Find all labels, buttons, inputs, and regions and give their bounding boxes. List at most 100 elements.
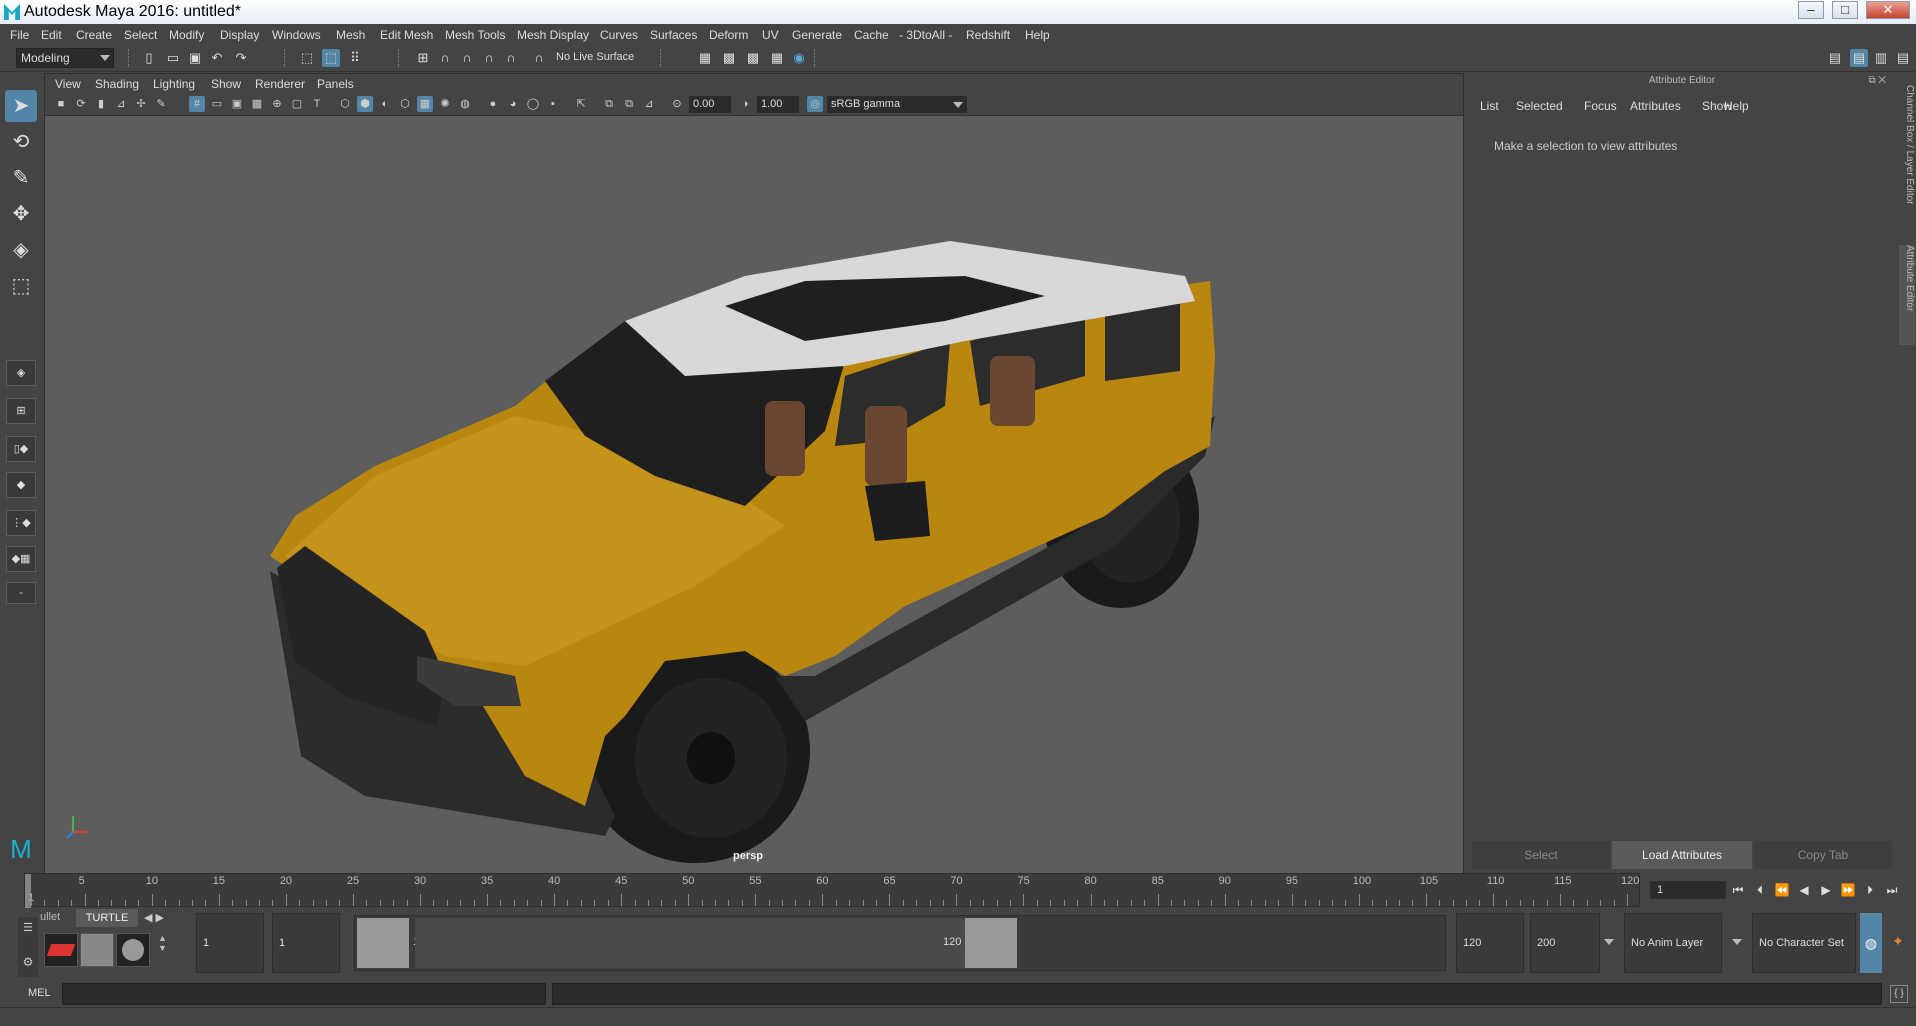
gate-mask-icon[interactable]: ▩	[249, 96, 265, 112]
gamma-field[interactable]: 1.00	[757, 96, 799, 113]
ae-menu-list[interactable]: List	[1480, 99, 1499, 113]
play-backwards-icon[interactable]: ◀	[1796, 883, 1812, 897]
bookmarks-icon[interactable]: ▮	[93, 96, 109, 112]
image-plane-icon[interactable]: ⊿	[113, 96, 129, 112]
select-button[interactable]: Select	[1472, 841, 1610, 869]
more-layouts-icon[interactable]: -	[6, 582, 36, 604]
ae-menu-help[interactable]: Help	[1724, 99, 1749, 113]
script-editor-icon[interactable]: { }	[1890, 985, 1908, 1003]
snap-curve-icon[interactable]: ∩	[436, 49, 454, 67]
use-all-lights-icon[interactable]: ✺	[437, 96, 453, 112]
open-scene-icon[interactable]: ▭	[164, 49, 182, 67]
render-current-frame-icon[interactable]: ▩	[720, 49, 738, 67]
copy-tab-button[interactable]: Copy Tab	[1754, 841, 1892, 869]
rotate-tool-icon[interactable]: ◈	[5, 234, 37, 266]
current-frame-field[interactable]: 1	[1650, 881, 1726, 899]
animation-preferences-icon[interactable]: ✦	[1888, 933, 1908, 953]
channel-box-toggle-icon[interactable]: ▤	[1894, 49, 1912, 67]
select-component-icon[interactable]: ⠿	[346, 49, 364, 67]
shelf-settings-icon[interactable]: ⚙	[18, 951, 38, 973]
tool-settings-toggle-icon[interactable]: ▥	[1872, 49, 1890, 67]
hypershade-icon[interactable]: ◉	[790, 49, 808, 67]
menu-file[interactable]: File	[10, 28, 29, 42]
field-chart-icon[interactable]: ⊕	[269, 96, 285, 112]
safe-title-icon[interactable]: T	[309, 96, 325, 112]
wireframe-icon[interactable]: ⬡	[337, 96, 353, 112]
depth-of-field-icon[interactable]: ▪	[545, 96, 561, 112]
chevron-down-icon[interactable]	[1732, 939, 1742, 945]
redo-icon[interactable]: ↷	[232, 49, 250, 67]
shelf-scroll-icons[interactable]: ◀ ▶	[144, 911, 164, 924]
resolution-gate-icon[interactable]: ▣	[229, 96, 245, 112]
command-language-label[interactable]: MEL	[28, 987, 51, 999]
multisample-aa-icon[interactable]: ◯	[525, 96, 541, 112]
menu-mesh-display[interactable]: Mesh Display	[517, 28, 589, 42]
scale-tool-icon[interactable]: ⬚	[5, 270, 37, 302]
xray-icon[interactable]: ⧉	[601, 96, 617, 112]
menu-select[interactable]: Select	[124, 28, 157, 42]
paint-select-tool-icon[interactable]: ✎	[5, 162, 37, 194]
four-view-layout-icon[interactable]: ⊞	[6, 398, 36, 424]
menu-uv[interactable]: UV	[762, 28, 779, 42]
modeling-toolkit-icon[interactable]: ▤	[1826, 49, 1844, 67]
menu-cache[interactable]: Cache	[854, 28, 889, 42]
playback-start-field[interactable]: 1	[272, 913, 340, 973]
maximize-button[interactable]: □	[1832, 1, 1858, 19]
go-to-end-icon[interactable]: ⏭	[1884, 883, 1900, 897]
use-default-material-icon[interactable]: ◐	[377, 96, 393, 112]
minimize-button[interactable]: –	[1798, 1, 1824, 19]
ipr-render-icon[interactable]: ▩	[744, 49, 762, 67]
panel-menu-view[interactable]: View	[55, 77, 81, 91]
attribute-editor-tab[interactable]: Attribute Editor	[1899, 245, 1915, 345]
step-forward-frame-icon[interactable]: ⏵	[1862, 883, 1878, 897]
range-slider-start-handle[interactable]	[357, 918, 409, 968]
menu-edit[interactable]: Edit	[41, 28, 62, 42]
grease-pencil-icon[interactable]: ✎	[153, 96, 169, 112]
menu-edit-mesh[interactable]: Edit Mesh	[380, 28, 433, 42]
exposure-icon[interactable]: ⊙	[669, 96, 685, 112]
select-hierarchy-icon[interactable]: ⬚	[298, 49, 316, 67]
ae-menu-selected[interactable]: Selected	[1516, 99, 1563, 113]
perspective-viewport[interactable]: persp	[45, 116, 1463, 874]
float-close-icons[interactable]: ⧉ ✕	[1868, 75, 1886, 86]
single-perspective-layout-icon[interactable]: ◈	[6, 360, 36, 386]
anim-layer-selector[interactable]: No Anim Layer	[1624, 913, 1722, 973]
grid-icon[interactable]: #	[189, 96, 205, 112]
menu-modify[interactable]: Modify	[169, 28, 204, 42]
go-to-start-icon[interactable]: ⏮	[1730, 883, 1746, 897]
channel-box-tab[interactable]: Channel Box / Layer Editor	[1899, 85, 1915, 235]
select-camera-icon[interactable]: ■	[53, 96, 69, 112]
shelf-tab-turtle[interactable]: TURTLE	[76, 909, 138, 927]
menu-deform[interactable]: Deform	[709, 28, 748, 42]
screen-space-ao-icon[interactable]: ●	[485, 96, 501, 112]
exposure-field[interactable]: 0.00	[689, 96, 731, 113]
move-tool-icon[interactable]: ✥	[5, 198, 37, 230]
panel-menu-shading[interactable]: Shading	[95, 77, 139, 91]
range-slider-bar[interactable]	[415, 918, 965, 968]
shelf-tab-bullet[interactable]: ullet	[40, 911, 60, 923]
make-live-icon[interactable]: ∩	[530, 49, 548, 67]
hypershade-layout-icon[interactable]: ⋮◆	[6, 510, 36, 536]
lasso-tool-icon[interactable]: ⟲	[5, 126, 37, 158]
wireframe-on-shaded-icon[interactable]: ⬡	[397, 96, 413, 112]
smooth-shade-icon[interactable]: ⬢	[357, 96, 373, 112]
command-input[interactable]	[62, 983, 546, 1005]
auto-keyframe-icon[interactable]: ◍	[1860, 913, 1882, 973]
turtle-bake-shelf-icon[interactable]	[80, 933, 114, 967]
twod-pan-zoom-icon[interactable]: ✢	[133, 96, 149, 112]
color-management-icon[interactable]: ◎	[807, 96, 823, 112]
menu-mesh-tools[interactable]: Mesh Tools	[445, 28, 505, 42]
ae-menu-attributes[interactable]: Attributes	[1630, 99, 1681, 113]
panel-menu-panels[interactable]: Panels	[317, 77, 354, 91]
step-forward-key-icon[interactable]: ⏩	[1840, 883, 1856, 897]
shelf-tab-controls[interactable]: ☰ ⚙	[18, 917, 38, 977]
character-set-selector[interactable]: No Character Set	[1752, 913, 1856, 973]
play-forwards-icon[interactable]: ▶	[1818, 883, 1834, 897]
menu-redshift[interactable]: Redshift	[966, 28, 1010, 42]
car-model-render[interactable]	[45, 116, 1463, 874]
panel-menu-lighting[interactable]: Lighting	[153, 77, 195, 91]
turtle-render-shelf-icon[interactable]	[44, 933, 78, 967]
xray-active-icon[interactable]: ⧉	[621, 96, 637, 112]
select-tool-icon[interactable]: ➤	[5, 90, 37, 122]
panel-menu-renderer[interactable]: Renderer	[255, 77, 305, 91]
